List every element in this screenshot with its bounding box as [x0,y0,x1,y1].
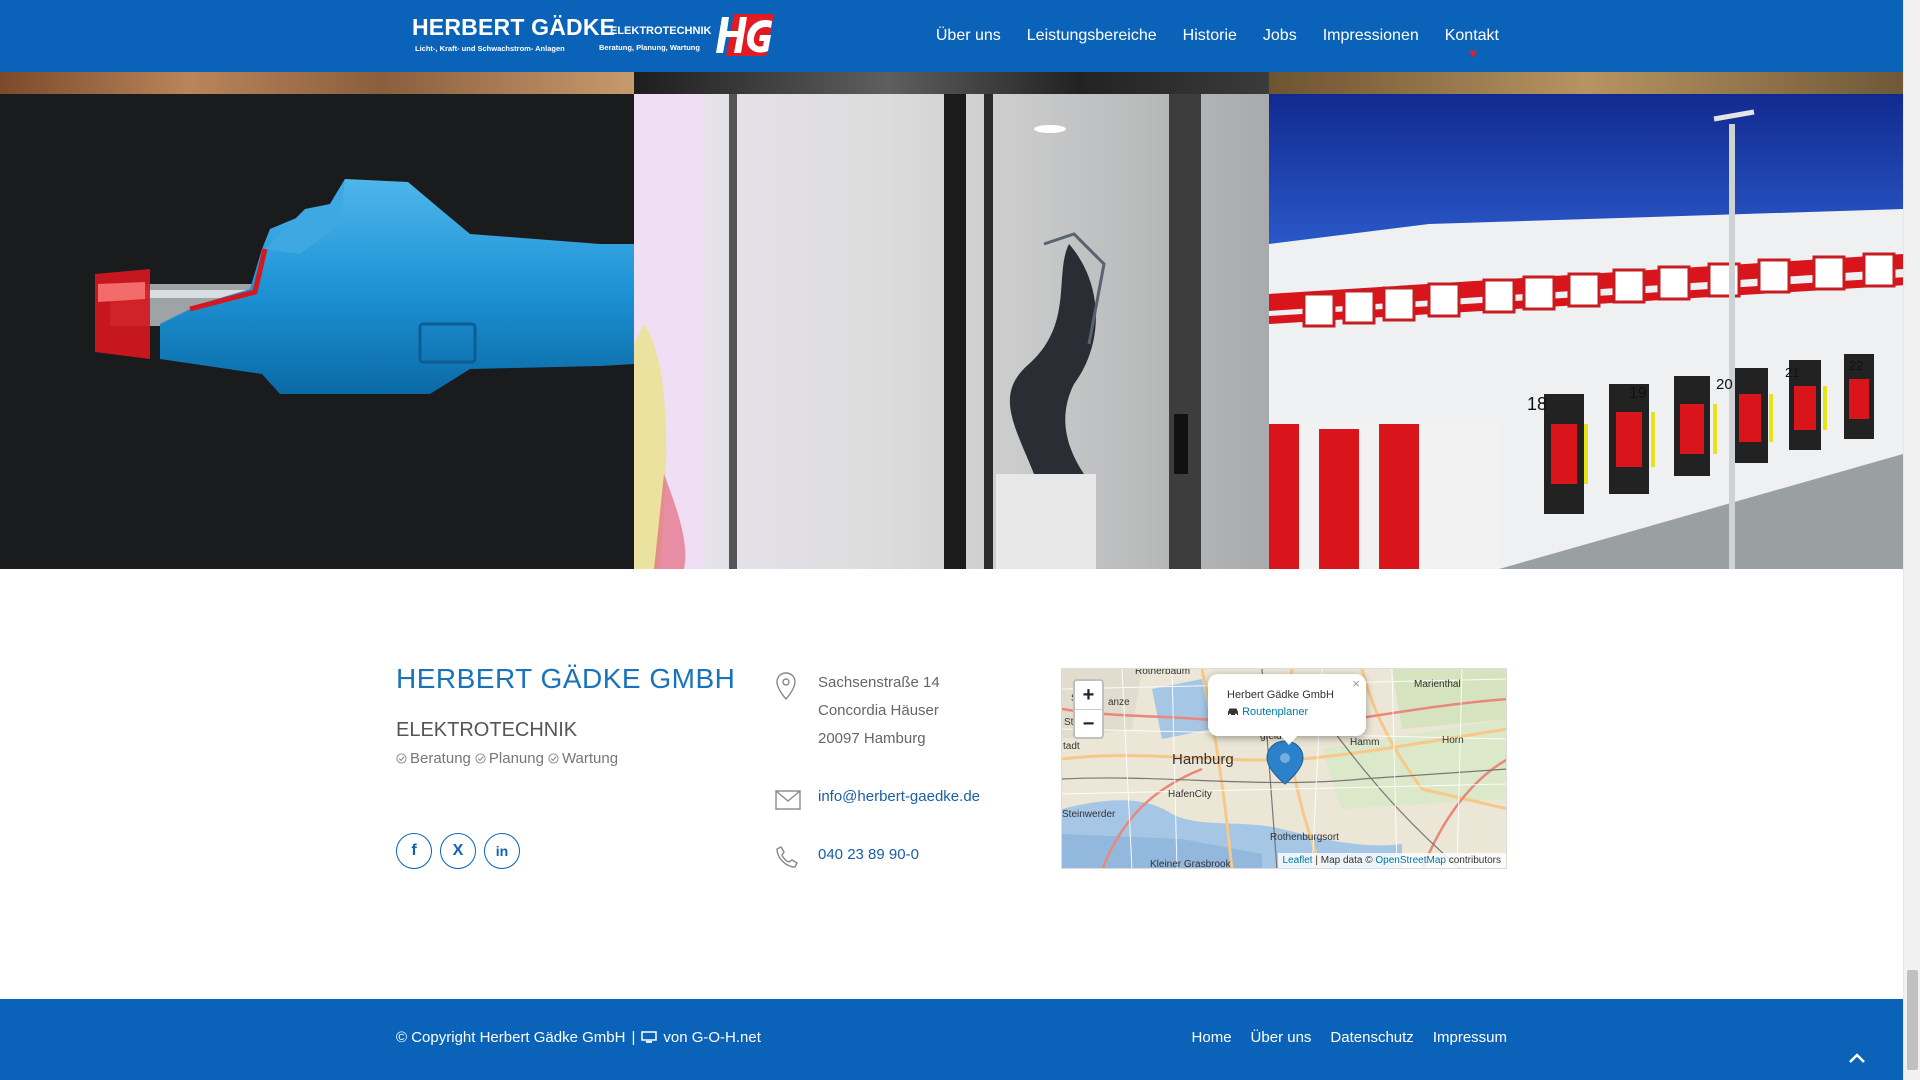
service-item: Planung [475,750,544,767]
map-label-tadt: tadt [1063,741,1080,752]
map-popup-route-link[interactable]: Routenplaner [1227,706,1308,718]
agency-link[interactable]: von G-O-H.net [663,1029,761,1046]
copyright-separator: | [631,1029,636,1046]
logo-services-tagline: Beratung, Planung, Wartung [599,43,700,52]
map-zoom-out-button[interactable]: − [1075,710,1102,738]
email-link[interactable]: info@herbert-gaedke.de [818,788,980,805]
footer-nav: Home Über uns Datenschutz Impressum [1192,1029,1507,1046]
impressions-gallery: 18 19 20 21 22 [0,0,1903,569]
map-zoom-in-button[interactable]: + [1075,681,1102,709]
showroom-photo [634,94,1269,569]
footer-company-name: HERBERT GÄDKE GMBH [396,663,736,694]
nav-item-kontakt[interactable]: Kontakt [1445,27,1499,58]
facebook-button[interactable]: f [396,833,432,869]
map-label-steinwerder: Steinwerder [1062,809,1116,820]
footer-subtitle: ELEKTROTECHNIK [396,719,578,741]
xing-icon: X [452,842,464,859]
check-circle-icon [396,753,407,764]
map-zoom-control: + − [1073,679,1104,739]
location-map[interactable]: Rotherbaum Marienthal St anze tadt St. P… [1061,668,1507,869]
phone-icon [776,846,798,868]
linkedin-icon: in [495,843,509,859]
dock-number-21: 21 [1785,365,1799,380]
footer-nav-datenschutz[interactable]: Datenschutz [1330,1029,1413,1046]
map-label-anze: anze [1108,697,1130,708]
map-popup-route-label: Routenplaner [1242,706,1309,718]
service-item: Wartung [548,750,618,767]
map-label-horn: Horn [1442,735,1464,746]
footer-services: Beratung Planung Wartung [396,750,618,767]
map-popup: × Herbert Gädke GmbH Routenplaner [1208,674,1366,745]
phone-link[interactable]: 040 23 89 90-0 [818,846,919,863]
social-links: f X in [396,833,520,869]
attribution-contributors: contributors [1445,855,1501,866]
nav-item-historie[interactable]: Historie [1183,27,1237,45]
main-nav: Über uns Leistungsbereiche Historie Jobs… [936,0,1499,72]
gallery-image-cable-trench[interactable] [0,72,634,94]
map-popup-title: Herbert Gädke GmbH [1227,689,1334,701]
site-logo[interactable]: HERBERT GÄDKE Licht-, Kraft- und Schwach… [412,12,784,62]
dock-number-18: 18 [1527,394,1547,414]
car-icon [1228,708,1238,716]
site-header: HERBERT GÄDKE Licht-, Kraft- und Schwach… [0,0,1903,72]
map-attribution: Leaflet | Map data © OpenStreetMap contr… [1277,853,1506,868]
network-cable-photo [0,94,634,569]
map-label-rothenburgsort: Rothenburgsort [1270,832,1339,843]
footer-nav-ueber-uns[interactable]: Über uns [1251,1029,1312,1046]
scrollbar-thumb[interactable] [1907,970,1918,1070]
gallery-image-dark-interior[interactable] [634,72,1269,94]
map-label-rotherbaum: Rotherbaum [1135,668,1191,677]
map-popup-close-button[interactable]: × [1352,676,1360,691]
leaflet-link[interactable]: Leaflet [1283,855,1313,866]
openstreetmap-link[interactable]: OpenStreetMap [1375,855,1446,866]
address-street: Sachsenstraße 14 [818,674,940,691]
nav-item-jobs[interactable]: Jobs [1263,27,1297,45]
address-building: Concordia Häuser [818,702,939,719]
page: 18 19 20 21 22 HERBERT GÄDKE Licht-, Kra… [0,0,1920,1080]
attribution-text: | Map data © [1312,855,1376,866]
bottom-bar: © Copyright Herbert Gädke GmbH | von G-O… [0,999,1903,1080]
linkedin-button[interactable]: in [484,833,520,869]
service-label: Planung [488,750,544,767]
nav-item-leistungsbereiche[interactable]: Leistungsbereiche [1027,27,1157,45]
service-label: Beratung [410,750,471,767]
footer-nav-home[interactable]: Home [1192,1029,1232,1046]
hg-logo-mark-icon [716,14,774,56]
facebook-icon: f [411,842,417,859]
dock-number-22: 22 [1849,358,1863,373]
map-label-hamm: Hamm [1350,737,1380,748]
mail-icon [775,790,801,810]
logistics-building-photo: 18 19 20 21 22 [1269,94,1903,569]
service-label: Wartung [561,750,619,767]
nav-item-impressionen[interactable]: Impressionen [1323,27,1419,45]
footer-nav-impressum[interactable]: Impressum [1433,1029,1507,1046]
map-label-hafencity: HafenCity [1168,789,1212,800]
address-city: 20097 Hamburg [818,730,926,747]
gallery-image-wood-interior[interactable] [1269,72,1903,94]
copyright-text: © Copyright Herbert Gädke GmbH [396,1029,626,1046]
map-label-marienthal: Marienthal [1414,679,1461,690]
gallery-image-showroom[interactable] [634,94,1269,569]
nav-item-ueber-uns[interactable]: Über uns [936,27,1001,45]
monitor-icon [641,1031,658,1043]
copyright: © Copyright Herbert Gädke GmbH | von G-O… [396,1029,761,1046]
check-circle-icon [475,753,486,764]
map-label-hamburg: Hamburg [1172,751,1234,768]
gallery-image-logistics-building[interactable]: 18 19 20 21 22 [1269,94,1903,569]
logo-brand-name: HERBERT GÄDKE [412,14,616,40]
map-label-kleiner-grasbrook: Kleiner Grasbrook [1150,859,1231,869]
dock-number-19: 19 [1629,385,1647,402]
check-circle-icon [548,753,559,764]
location-pin-icon [776,672,796,701]
logo-elektrotechnik: ELEKTROTECHNIK [610,25,712,37]
xing-button[interactable]: X [440,833,476,869]
service-item: Beratung [396,750,471,767]
gallery-image-network-cable[interactable] [0,94,634,569]
back-to-top-icon[interactable] [1848,1052,1866,1064]
dock-number-20: 20 [1716,376,1733,393]
page-scrollbar[interactable] [1903,0,1920,1080]
logo-brand-tagline: Licht-, Kraft- und Schwachstrom- Anlagen [415,44,565,53]
